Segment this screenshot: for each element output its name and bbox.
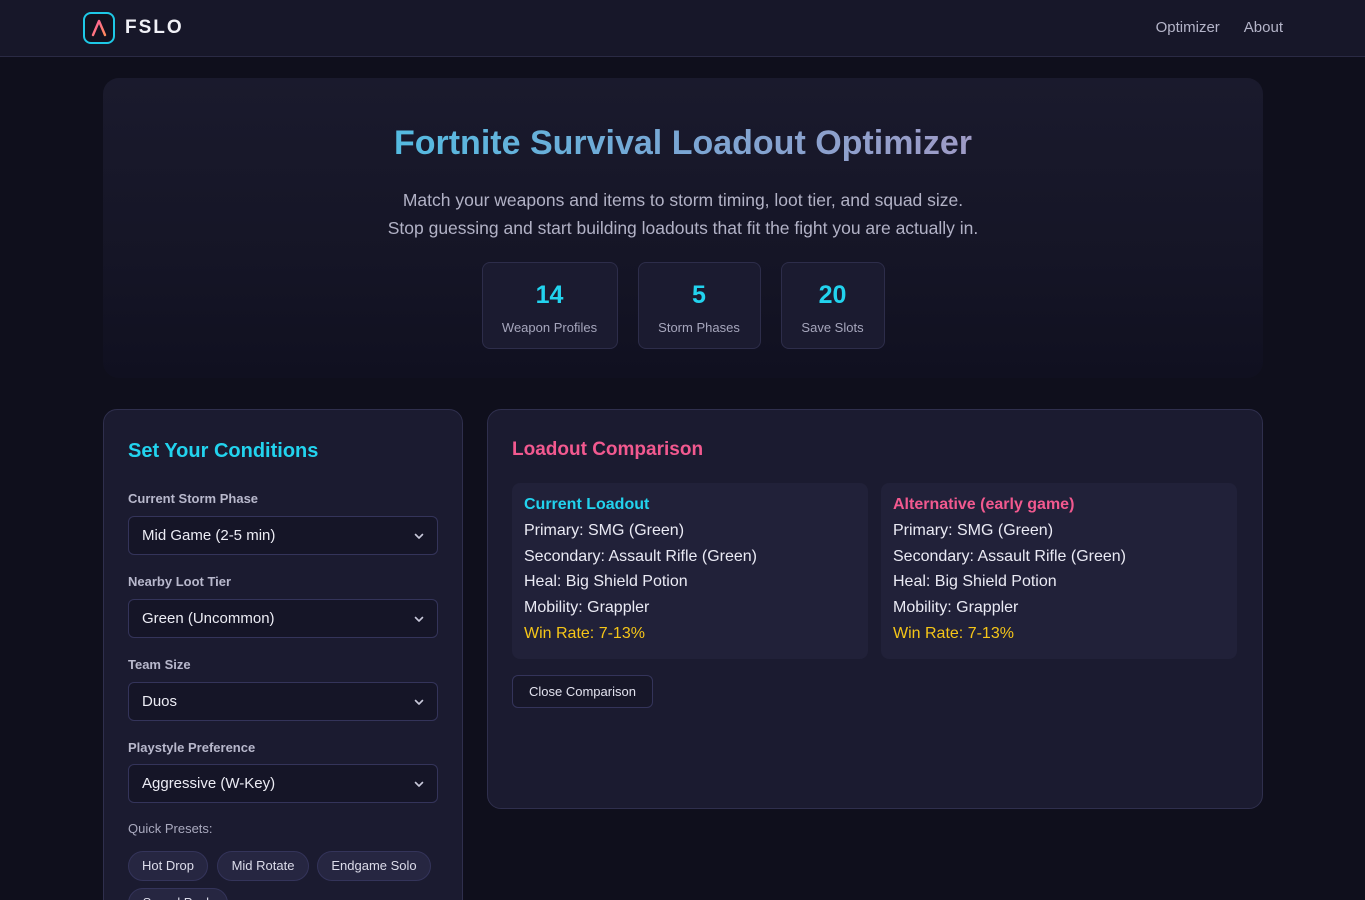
- preset-endgame-solo[interactable]: Endgame Solo: [317, 851, 431, 881]
- alternative-loadout-card: Alternative (early game) Primary: SMG (G…: [881, 483, 1237, 659]
- stats-row: 14 Weapon Profiles 5 Storm Phases 20 Sav…: [103, 262, 1263, 349]
- stat-save-slots: 20 Save Slots: [780, 262, 885, 349]
- stat-label: Save Slots: [801, 320, 864, 335]
- current-heal: Heal: Big Shield Potion: [524, 573, 688, 591]
- playstyle-select[interactable]: Aggressive (W-Key): [128, 764, 438, 803]
- chevron-down-icon: [414, 781, 424, 787]
- hero-subtitle-line-2: Stop guessing and start building loadout…: [387, 218, 979, 238]
- stat-value: 5: [692, 281, 706, 309]
- current-primary: Primary: SMG (Green): [524, 522, 685, 539]
- loot-tier-label: Nearby Loot Tier: [128, 574, 232, 589]
- brand[interactable]: FSLO: [83, 12, 184, 44]
- stat-value: 14: [535, 281, 564, 309]
- top-nav: FSLO Optimizer About: [0, 0, 1365, 57]
- loot-tier-select[interactable]: Green (Uncommon): [128, 599, 438, 638]
- current-secondary: Secondary: Assault Rifle (Green): [524, 547, 757, 565]
- alternative-win-rate: Win Rate: 7-13%: [893, 624, 1014, 642]
- nav-link-optimizer[interactable]: Optimizer: [1156, 19, 1220, 36]
- nav-link-about[interactable]: About: [1244, 19, 1283, 36]
- current-win-rate: Win Rate: 7-13%: [524, 624, 645, 642]
- chevron-down-icon: [414, 616, 424, 622]
- alternative-primary: Primary: SMG (Green): [893, 522, 1054, 539]
- a-logo-icon: [83, 12, 115, 44]
- preset-hot-drop[interactable]: Hot Drop: [128, 851, 208, 881]
- nav-links: Optimizer About: [1156, 19, 1283, 36]
- alternative-heal: Heal: Big Shield Potion: [893, 573, 1057, 591]
- close-comparison-button[interactable]: Close Comparison: [512, 675, 653, 708]
- alternative-mobility: Mobility: Grappler: [893, 599, 1019, 617]
- comparison-panel: Loadout Comparison Current Loadout Prima…: [487, 409, 1263, 809]
- hero-section: Fortnite Survival Loadout Optimizer Matc…: [103, 78, 1263, 378]
- team-size-label: Team Size: [128, 657, 191, 672]
- hero-subtitle-line-1: Match your weapons and items to storm ti…: [402, 190, 964, 210]
- alternative-secondary: Secondary: Assault Rifle (Green): [893, 547, 1126, 565]
- storm-phase-value: Mid Game (2-5 min): [142, 527, 276, 544]
- quick-presets-label: Quick Presets:: [128, 821, 213, 836]
- preset-squad-push[interactable]: Squad Push: [128, 888, 228, 900]
- playstyle-value: Aggressive (W-Key): [142, 775, 276, 792]
- stat-weapon-profiles: 14 Weapon Profiles: [481, 262, 618, 349]
- brand-name: FSLO: [125, 17, 184, 38]
- stat-value: 20: [818, 281, 847, 309]
- team-size-select[interactable]: Duos: [128, 682, 438, 721]
- team-size-value: Duos: [142, 693, 178, 710]
- current-loadout-card: Current Loadout Primary: SMG (Green) Sec…: [512, 483, 868, 659]
- loot-tier-value: Green (Uncommon): [142, 610, 275, 627]
- stat-label: Storm Phases: [658, 320, 740, 335]
- storm-phase-label: Current Storm Phase: [128, 491, 259, 506]
- current-loadout-title: Current Loadout: [524, 496, 650, 513]
- stat-label: Weapon Profiles: [501, 320, 598, 335]
- conditions-panel: Set Your Conditions Current Storm Phase …: [103, 409, 463, 900]
- chevron-down-icon: [414, 533, 424, 539]
- chevron-down-icon: [414, 699, 424, 705]
- hero-subtitle: Match your weapons and items to storm ti…: [103, 186, 1263, 242]
- stat-storm-phases: 5 Storm Phases: [637, 262, 761, 349]
- page-title: Fortnite Survival Loadout Optimizer: [103, 124, 1263, 163]
- preset-mid-rotate[interactable]: Mid Rotate: [217, 851, 309, 881]
- conditions-title: Set Your Conditions: [128, 440, 319, 462]
- playstyle-label: Playstyle Preference: [128, 740, 256, 755]
- alternative-loadout-title: Alternative (early game): [893, 496, 1075, 513]
- storm-phase-select[interactable]: Mid Game (2-5 min): [128, 516, 438, 555]
- comparison-title: Loadout Comparison: [512, 439, 704, 460]
- current-mobility: Mobility: Grappler: [524, 599, 650, 617]
